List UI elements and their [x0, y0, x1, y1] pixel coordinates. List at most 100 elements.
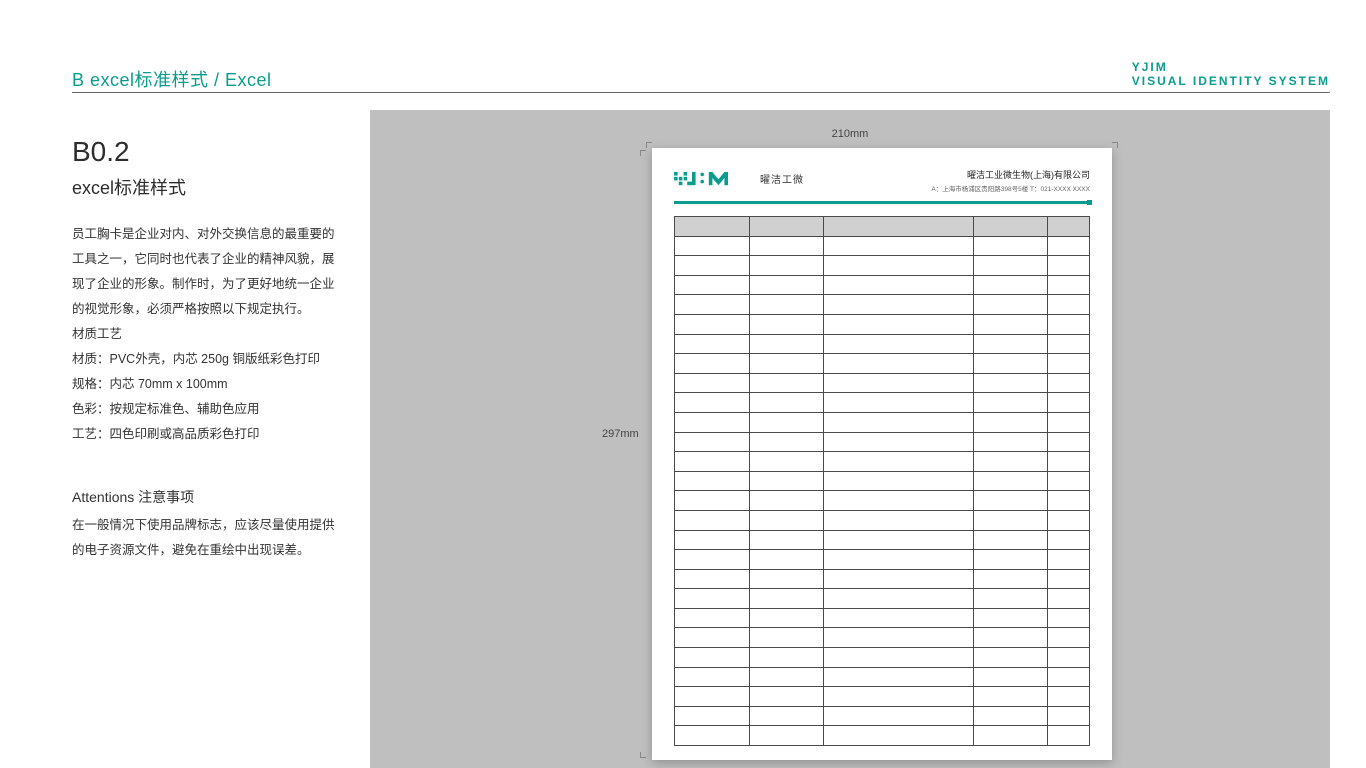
table-header-row — [675, 217, 1090, 237]
page-title: B excel标准样式 / Excel — [72, 66, 272, 92]
table-cell — [973, 569, 1048, 589]
table-cell — [824, 236, 973, 256]
table-cell — [675, 236, 750, 256]
table-cell — [675, 687, 750, 707]
body-text: 员工胸卡是企业对内、对外交换信息的最重要的工具之一，它同时也代表了企业的精神风貌… — [72, 222, 340, 447]
table-cell — [1048, 373, 1090, 393]
table-row — [675, 354, 1090, 374]
table-row — [675, 275, 1090, 295]
table-row — [675, 687, 1090, 707]
table-cell — [973, 412, 1048, 432]
table-cell — [749, 275, 824, 295]
table-cell — [824, 608, 973, 628]
table-cell — [973, 314, 1048, 334]
brand-rule — [674, 201, 1090, 204]
table-cell — [973, 471, 1048, 491]
table-cell — [749, 589, 824, 609]
table-cell — [973, 726, 1048, 746]
table-cell — [675, 275, 750, 295]
table-cell — [749, 432, 824, 452]
table-cell — [675, 471, 750, 491]
para: 工艺：四色印刷或高品质彩色打印 — [72, 422, 340, 447]
table-row — [675, 648, 1090, 668]
table-row — [675, 432, 1090, 452]
table-cell — [1048, 628, 1090, 648]
table-cell — [1048, 510, 1090, 530]
table-cell — [973, 687, 1048, 707]
table-cell — [1048, 452, 1090, 472]
table-cell — [749, 236, 824, 256]
table-cell — [675, 706, 750, 726]
table-row — [675, 491, 1090, 511]
crop-bracket-icon — [1112, 142, 1118, 148]
table-cell — [824, 491, 973, 511]
brand-block: YJIM VISUAL IDENTITY SYSTEM — [1132, 60, 1330, 88]
table-cell — [1048, 589, 1090, 609]
para: 员工胸卡是企业对内、对外交换信息的最重要的工具之一，它同时也代表了企业的精神风貌… — [72, 222, 340, 322]
dimension-width-label: 210mm — [832, 128, 869, 140]
crop-bracket-icon — [640, 752, 646, 758]
table-cell — [749, 334, 824, 354]
table-cell — [1048, 412, 1090, 432]
table-cell — [749, 452, 824, 472]
table-cell — [1048, 393, 1090, 413]
table-cell — [675, 608, 750, 628]
table-cell — [1048, 667, 1090, 687]
table-cell — [1048, 687, 1090, 707]
table-cell — [1048, 530, 1090, 550]
table-cell — [675, 667, 750, 687]
table-cell — [973, 491, 1048, 511]
table-row — [675, 256, 1090, 276]
table-row — [675, 236, 1090, 256]
table-cell — [675, 589, 750, 609]
table-row — [675, 667, 1090, 687]
table-cell — [749, 412, 824, 432]
table-row — [675, 589, 1090, 609]
table-row — [675, 530, 1090, 550]
table-row — [675, 334, 1090, 354]
attentions-body: 在一般情况下使用品牌标志，应该尽量使用提供的电子资源文件，避免在重绘中出现误差。 — [72, 513, 340, 563]
table-cell — [749, 471, 824, 491]
table-cell — [749, 667, 824, 687]
table-cell — [749, 354, 824, 374]
table-cell — [749, 510, 824, 530]
table-cell — [824, 471, 973, 491]
table-cell — [675, 432, 750, 452]
table-cell — [973, 628, 1048, 648]
brand-subtitle: VISUAL IDENTITY SYSTEM — [1132, 74, 1330, 88]
para: 规格：内芯 70mm x 100mm — [72, 372, 340, 397]
company-name: 曜洁工业微生物(上海)有限公司 — [931, 168, 1090, 181]
table-cell — [675, 530, 750, 550]
table-cell — [675, 256, 750, 276]
table-cell — [749, 608, 824, 628]
table-cell — [675, 295, 750, 315]
table-cell — [824, 510, 973, 530]
table-row — [675, 412, 1090, 432]
table-cell — [824, 706, 973, 726]
table-cell — [1048, 491, 1090, 511]
table-cell — [675, 491, 750, 511]
table-cell — [675, 314, 750, 334]
table-cell — [1048, 314, 1090, 334]
table-cell — [824, 314, 973, 334]
table-cell — [749, 628, 824, 648]
preview-stage: 210mm 297mm — [370, 110, 1330, 768]
table-cell — [824, 373, 973, 393]
table-cell — [1048, 295, 1090, 315]
table-row — [675, 706, 1090, 726]
table-cell — [824, 334, 973, 354]
a4-sheet: 曜洁工微 曜洁工业微生物(上海)有限公司 A：上海市杨浦区贵阳路398号5楼 T… — [652, 148, 1112, 760]
table-cell — [675, 569, 750, 589]
table-header-cell — [749, 217, 824, 237]
table-row — [675, 393, 1090, 413]
yjim-logo-icon — [674, 168, 752, 188]
para: 材质工艺 — [72, 322, 340, 347]
brand-name: YJIM — [1132, 60, 1330, 74]
table-cell — [973, 256, 1048, 276]
logo-lockup: 曜洁工微 — [674, 168, 804, 188]
table-cell — [824, 295, 973, 315]
table-cell — [1048, 354, 1090, 374]
para: 色彩：按规定标准色、辅助色应用 — [72, 397, 340, 422]
table-cell — [973, 334, 1048, 354]
table-cell — [824, 726, 973, 746]
